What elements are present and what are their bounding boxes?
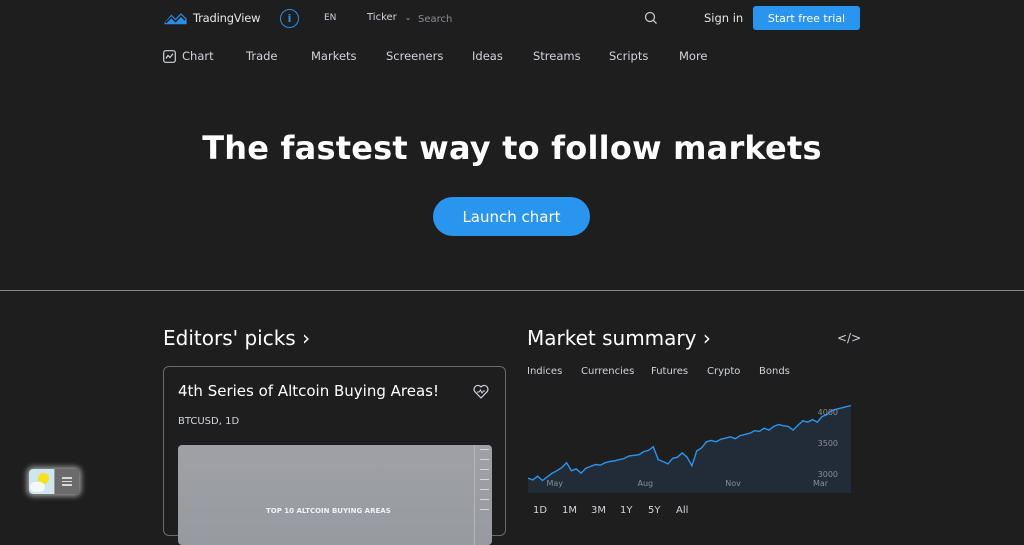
x-tick-label: May — [547, 479, 564, 488]
y-tick-label: 4000 — [818, 408, 838, 417]
market-summary-title[interactable]: Market summary › — [527, 326, 711, 350]
info-icon[interactable]: i — [280, 9, 299, 28]
nav-item-trade[interactable]: Trade — [246, 49, 278, 63]
y-tick-label: 3000 — [818, 470, 838, 479]
logo[interactable]: TradingView — [163, 9, 260, 27]
x-tick-label: Mar — [813, 479, 829, 488]
ticker-dropdown[interactable]: Ticker ⌄ — [367, 12, 411, 23]
chart-area-fill — [528, 405, 851, 493]
nav-item-screeners[interactable]: Screeners — [386, 49, 443, 63]
chart-icon — [163, 49, 176, 63]
range-all[interactable]: All — [676, 505, 688, 516]
menu-icon[interactable] — [54, 469, 79, 494]
launch-chart-button[interactable]: Launch chart — [433, 197, 590, 236]
embed-code-icon[interactable]: </> — [837, 331, 861, 345]
x-tick-label: Aug — [638, 479, 654, 488]
ticker-label: Ticker — [367, 12, 397, 23]
idea-title[interactable]: 4th Series of Altcoin Buying Areas! — [178, 382, 439, 400]
range-1m[interactable]: 1M — [562, 505, 577, 516]
tab-bonds[interactable]: Bonds — [759, 366, 790, 377]
tab-futures[interactable]: Futures — [651, 366, 688, 377]
y-tick-label: 3500 — [818, 439, 838, 448]
idea-price-scale — [474, 445, 492, 545]
top-bar: TradingView i EN Ticker ⌄ Sign in Start … — [0, 0, 1024, 38]
range-3m[interactable]: 3M — [591, 505, 606, 516]
range-1d[interactable]: 1D — [533, 505, 547, 516]
nav-item-markets[interactable]: Markets — [311, 49, 357, 63]
hero-title: The fastest way to follow markets — [202, 129, 822, 167]
nav-item-scripts[interactable]: Scripts — [609, 49, 648, 63]
nav-item-chart[interactable]: Chart — [163, 49, 214, 63]
nav-item-streams[interactable]: Streams — [533, 49, 581, 63]
start-free-trial-button[interactable]: Start free trial — [753, 6, 860, 30]
tab-currencies[interactable]: Currencies — [581, 366, 634, 377]
section-divider — [0, 290, 1024, 291]
chevron-down-icon: ⌄ — [404, 13, 412, 22]
tradingview-logo-icon — [164, 13, 187, 25]
range-1y[interactable]: 1Y — [620, 505, 632, 516]
boost-heart-icon[interactable] — [473, 384, 489, 399]
tab-crypto[interactable]: Crypto — [707, 366, 740, 377]
nav-item-more[interactable]: More — [679, 49, 708, 63]
idea-card[interactable]: 4th Series of Altcoin Buying Areas! BTCU… — [163, 366, 506, 545]
editors-picks-title[interactable]: Editors' picks › — [163, 326, 310, 350]
theme-toggle[interactable] — [29, 469, 79, 494]
x-tick-label: Nov — [725, 479, 741, 488]
tab-indices[interactable]: Indices — [527, 366, 562, 377]
idea-image-label: TOP 10 ALTCOIN BUYING AREAS — [266, 507, 391, 515]
sun-cloud-icon — [29, 469, 54, 494]
language-selector[interactable]: EN — [324, 13, 336, 23]
search-icon[interactable] — [644, 11, 658, 25]
idea-symbol: BTCUSD, 1D — [178, 416, 240, 427]
market-summary-chart[interactable]: 3000 3500 4000 May Aug Nov Mar — [527, 398, 852, 495]
nav-item-ideas[interactable]: Ideas — [472, 49, 503, 63]
search-input[interactable] — [418, 10, 618, 28]
nav-label: Chart — [182, 49, 214, 63]
brand-name: TradingView — [193, 11, 261, 25]
sign-in-link[interactable]: Sign in — [704, 11, 743, 25]
idea-chart-image[interactable]: TOP 10 ALTCOIN BUYING AREAS — [178, 445, 492, 545]
range-5y[interactable]: 5Y — [648, 505, 660, 516]
